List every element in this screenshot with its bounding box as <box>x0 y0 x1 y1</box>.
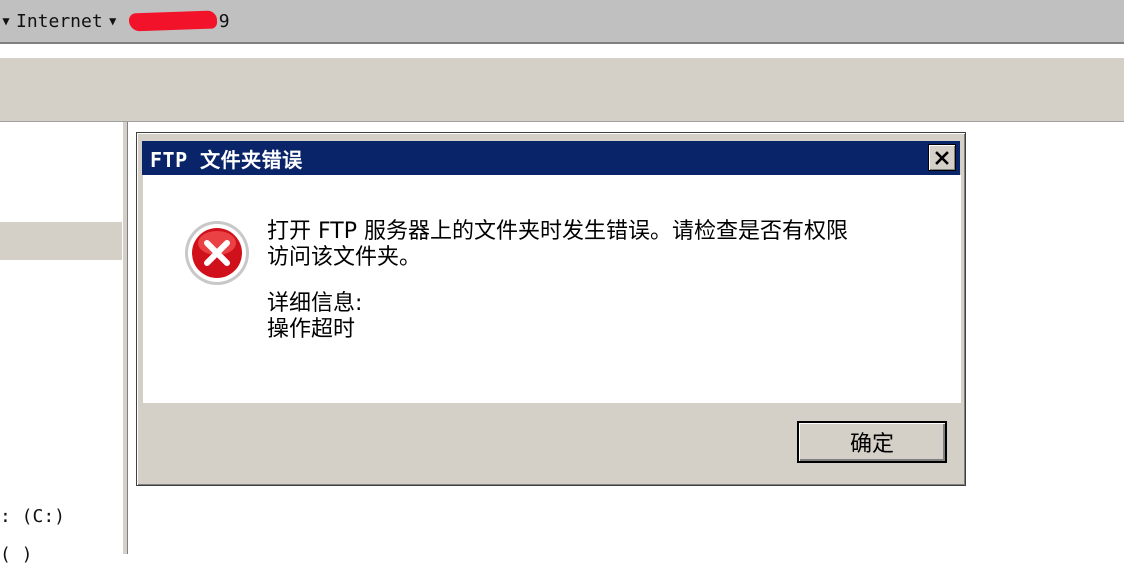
address-bar: ▼ Internet ▼ 9 <box>0 0 1124 44</box>
chevron-down-icon[interactable]: ▼ <box>107 14 119 28</box>
address-bar-content: ▼ Internet ▼ 9 <box>0 4 230 38</box>
address-suffix: 9 <box>218 10 230 32</box>
close-button[interactable] <box>928 144 956 171</box>
tree-selected-row[interactable] <box>0 222 122 260</box>
details-value: 操作超时 <box>267 317 356 342</box>
dialog-titlebar[interactable]: FTP 文件夹错误 <box>142 141 960 175</box>
pane-splitter[interactable] <box>122 122 128 554</box>
dialog-button-area: 确定 <box>143 403 961 481</box>
details-label: 详细信息: <box>267 291 363 316</box>
toolbar <box>0 56 1124 122</box>
address-text: Internet <box>16 10 103 32</box>
tree-item-drive-c[interactable]: : (C:) <box>0 506 65 527</box>
dialog-title: FTP 文件夹错误 <box>150 147 303 172</box>
folder-tree-pane: : (C:) ( ) <box>0 122 122 565</box>
close-icon <box>935 150 949 165</box>
message-line-1: 打开 FTP 服务器上的文件夹时发生错误。请检查是否有权限 <box>267 219 848 244</box>
ftp-error-dialog: FTP 文件夹错误 打开 FTP 服务器上的文件夹时发生错误。请检查是否有权限 … <box>136 132 966 486</box>
redaction-mark <box>128 10 217 32</box>
chevron-down-icon[interactable]: ▼ <box>0 14 12 28</box>
error-message: 打开 FTP 服务器上的文件夹时发生错误。请检查是否有权限 访问该文件夹。 详细… <box>267 219 927 343</box>
error-icon <box>185 221 249 285</box>
tree-item-drive-next[interactable]: ( ) <box>0 544 33 565</box>
ok-button[interactable]: 确定 <box>797 421 947 463</box>
message-line-2: 访问该文件夹。 <box>267 245 422 270</box>
dialog-content: 打开 FTP 服务器上的文件夹时发生错误。请检查是否有权限 访问该文件夹。 详细… <box>143 175 961 403</box>
